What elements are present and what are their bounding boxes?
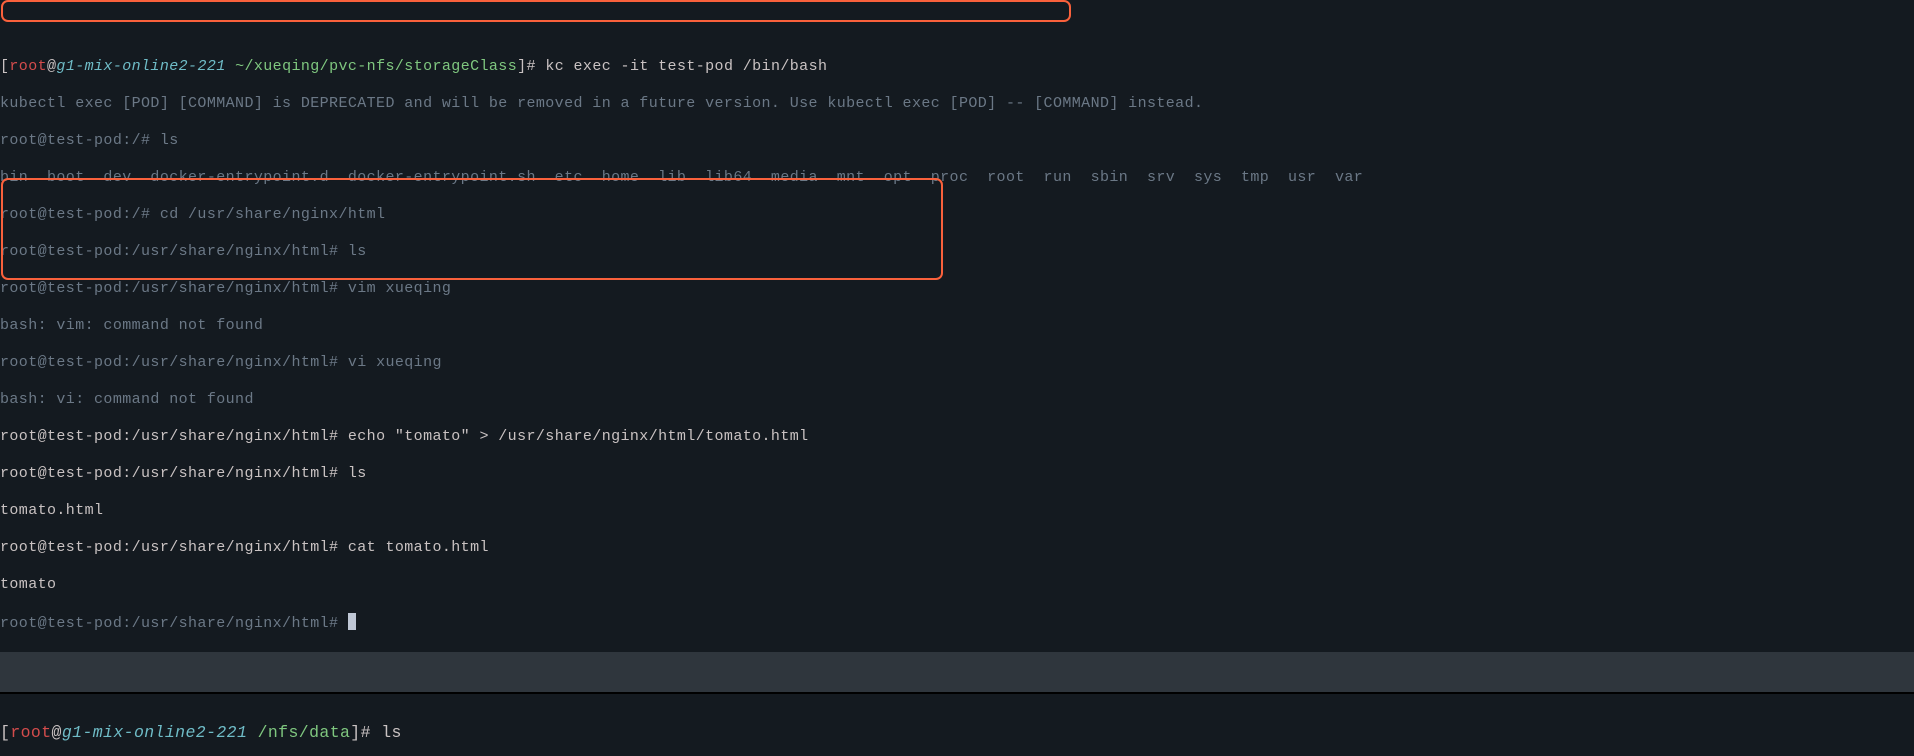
panel-gap bbox=[0, 652, 1914, 692]
terminal-line: bash: vi: command not found bbox=[0, 391, 1914, 410]
terminal-line: root@test-pod:/usr/share/nginx/html# ech… bbox=[0, 428, 1914, 447]
terminal-bottom[interactable]: [root@g1-mix-online2-221 /nfs/data]# ls … bbox=[0, 694, 1914, 756]
terminal-line: root@test-pod:/usr/share/nginx/html# ls bbox=[0, 465, 1914, 484]
terminal-line: root@test-pod:/usr/share/nginx/html# vi … bbox=[0, 354, 1914, 373]
highlight-box-2 bbox=[1, 178, 943, 280]
terminal-line: root@test-pod:/# cd /usr/share/nginx/htm… bbox=[0, 206, 1914, 225]
terminal-line: bin boot dev docker-entrypoint.d docker-… bbox=[0, 169, 1914, 188]
terminal-line: [root@g1-mix-online2-221 /nfs/data]# ls bbox=[0, 722, 1914, 745]
terminal-line: kubectl exec [POD] [COMMAND] is DEPRECAT… bbox=[0, 95, 1914, 114]
highlight-box-1 bbox=[1, 0, 1071, 22]
terminal-line: root@test-pod:/# ls bbox=[0, 132, 1914, 151]
terminal-line: tomato bbox=[0, 576, 1914, 595]
terminal-top[interactable]: [root@g1-mix-online2-221 ~/xueqing/pvc-n… bbox=[0, 0, 1914, 652]
terminal-line: root@test-pod:/usr/share/nginx/html# ls bbox=[0, 243, 1914, 262]
cursor bbox=[348, 613, 356, 630]
terminal-line: root@test-pod:/usr/share/nginx/html# bbox=[0, 613, 1914, 634]
terminal-line: bash: vim: command not found bbox=[0, 317, 1914, 336]
terminal-line: root@test-pod:/usr/share/nginx/html# cat… bbox=[0, 539, 1914, 558]
terminal-line: [root@g1-mix-online2-221 ~/xueqing/pvc-n… bbox=[0, 58, 1914, 77]
terminal-line: tomato.html bbox=[0, 502, 1914, 521]
terminal-line: root@test-pod:/usr/share/nginx/html# vim… bbox=[0, 280, 1914, 299]
